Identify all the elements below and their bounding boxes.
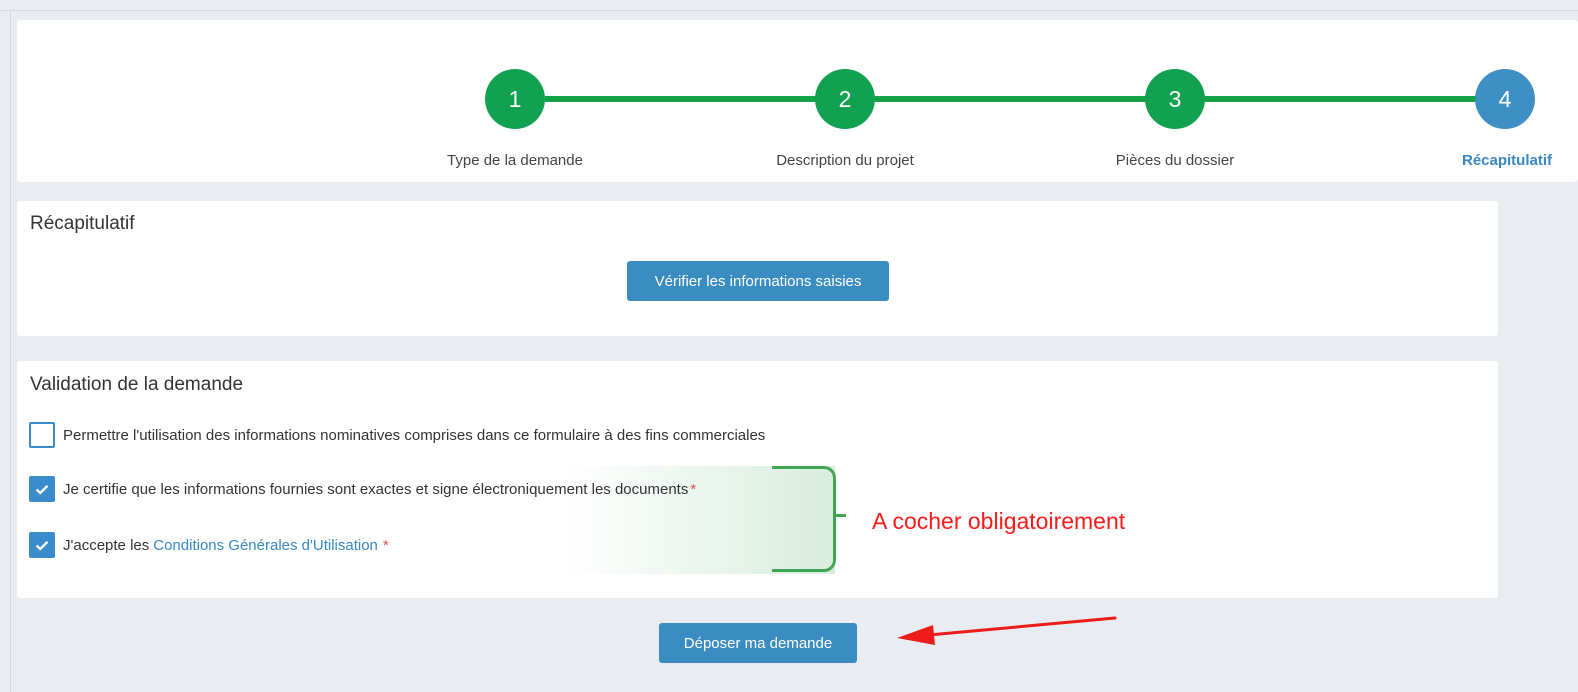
commercial-use-checkbox[interactable] (29, 422, 55, 448)
annotation-brace (772, 466, 836, 572)
step-connector-1-2 (545, 96, 847, 102)
recap-title: Récapitulatif (30, 213, 135, 234)
verify-info-button[interactable]: Vérifier les informations saisies (627, 261, 889, 301)
required-asterisk: * (690, 480, 697, 498)
validation-title: Validation de la demande (30, 374, 244, 395)
terms-link[interactable]: Conditions Générales d'Utilisation (153, 537, 378, 554)
frame-border-top (0, 10, 1578, 11)
progress-stepper: 1 2 3 4 Type de la demande Description d… (17, 20, 1578, 182)
terms-label: J'accepte les (63, 536, 150, 554)
step-2-label: Description du projet (776, 152, 914, 169)
checkbox-row-commercial-use[interactable]: Permettre l'utilisation des informations… (29, 422, 765, 448)
red-arrow-icon (897, 616, 1117, 645)
certify-label: Je certifie que les informations fournie… (63, 480, 689, 498)
commercial-use-label: Permettre l'utilisation des informations… (63, 426, 766, 444)
recap-panel: Récapitulatif Vérifier les informations … (17, 201, 1498, 336)
step-4-circle[interactable]: 4 (1475, 69, 1535, 129)
step-3-circle[interactable]: 3 (1145, 69, 1205, 129)
checkbox-row-terms[interactable]: J'accepte les Conditions Générales d'Util… (29, 532, 389, 558)
frame-border-left (10, 10, 11, 692)
terms-checkbox[interactable] (29, 532, 55, 558)
required-asterisk: * (382, 536, 389, 554)
step-1-label: Type de la demande (447, 152, 583, 169)
step-connector-3-4 (1205, 96, 1507, 102)
step-connector-2-3 (875, 96, 1177, 102)
step-3-label: Pièces du dossier (1115, 152, 1235, 169)
checkmark-icon (35, 484, 49, 495)
step-1-circle[interactable]: 1 (485, 69, 545, 129)
annotation-brace-tip (834, 514, 846, 517)
annotation-text: A cocher obligatoirement (872, 508, 1126, 534)
checkbox-row-certify[interactable]: Je certifie que les informations fournie… (29, 476, 696, 502)
step-2-circle[interactable]: 2 (815, 69, 875, 129)
certify-checkbox[interactable] (29, 476, 55, 502)
checkmark-icon (35, 540, 49, 551)
step-4-label: Récapitulatif (1461, 152, 1553, 169)
submit-request-button[interactable]: Déposer ma demande (659, 623, 857, 663)
